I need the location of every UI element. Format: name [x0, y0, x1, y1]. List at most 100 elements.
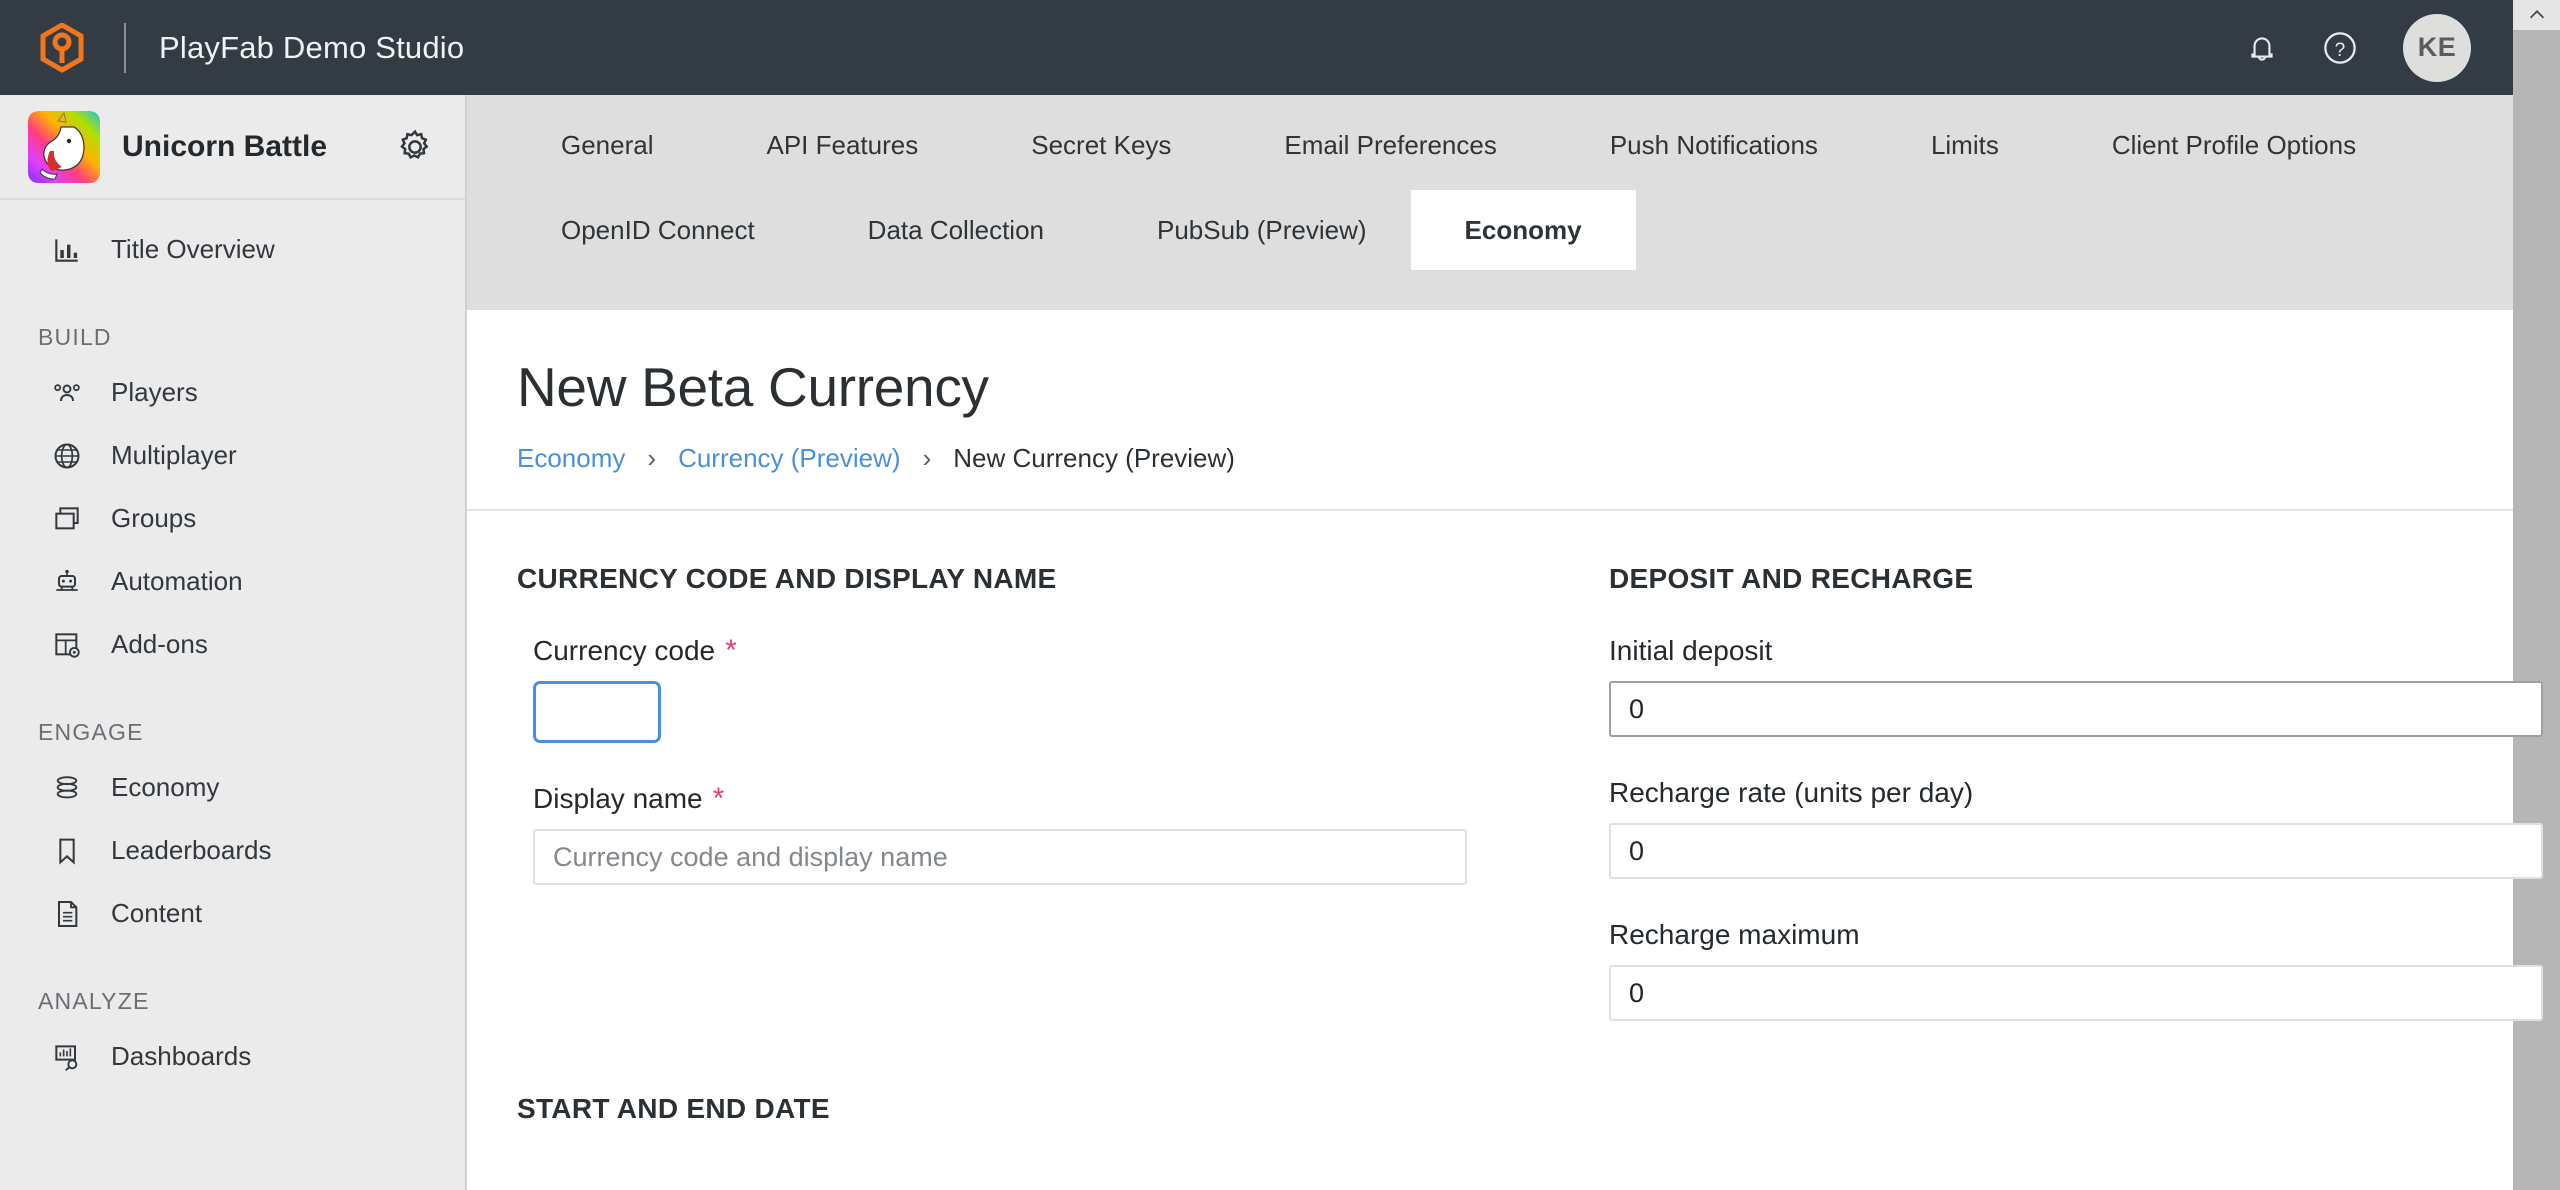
people-icon [48, 374, 86, 412]
sidebar-item-dashboards[interactable]: Dashboards [0, 1025, 465, 1088]
chevron-up-icon[interactable] [2513, 0, 2560, 30]
sidebar-item-label: Leaderboards [111, 835, 272, 865]
help-circle-icon[interactable]: ? [2301, 0, 2379, 95]
currency-code-input[interactable] [533, 681, 661, 743]
tab-economy[interactable]: Economy [1410, 190, 1636, 270]
breadcrumb-separator-icon: › [922, 443, 932, 473]
tab-row-secondary: OpenID Connect Data Collection PubSub (P… [467, 185, 2513, 275]
sidebar-item-players[interactable]: Players [0, 361, 465, 424]
sidebar-title-header[interactable]: Unicorn Battle [0, 95, 465, 200]
recharge-rate-field: Recharge rate (units per day) 0 [1609, 777, 2543, 879]
sidebar-group-build: BUILD [38, 324, 112, 350]
tab-limits[interactable]: Limits [1905, 109, 2025, 181]
recharge-rate-label: Recharge rate (units per day) [1609, 777, 2467, 809]
sidebar-item-label: Automation [111, 566, 243, 596]
label-text: Display name [533, 783, 703, 814]
recharge-maximum-field: Recharge maximum 0 [1609, 919, 2543, 1021]
currency-code-section: CURRENCY CODE AND DISPLAY NAME Currency … [467, 563, 1467, 1021]
top-bar: PlayFab Demo Studio ? KE [0, 0, 2513, 95]
initial-deposit-field: Initial deposit 0 [1609, 635, 2543, 737]
label-text: Currency code [533, 635, 716, 666]
label-text: Recharge rate (units per day) [1609, 777, 1974, 808]
globe-icon [48, 437, 86, 475]
initial-deposit-label: Initial deposit [1609, 635, 2467, 667]
stacked-squares-icon [48, 500, 86, 538]
bell-icon[interactable] [2223, 0, 2301, 95]
breadcrumb-separator-icon: › [647, 443, 657, 473]
tab-openid-connect[interactable]: OpenID Connect [535, 194, 781, 266]
document-icon [48, 895, 86, 933]
deposit-recharge-section: DEPOSIT AND RECHARGE Initial deposit 0 R… [1467, 563, 2543, 1021]
sidebar-item-title-overview[interactable]: Title Overview [0, 218, 465, 281]
tab-row-primary: General API Features Secret Keys Email P… [467, 95, 2513, 185]
grid-gear-icon [48, 626, 86, 664]
breadcrumb: Economy › Currency (Preview) › New Curre… [517, 443, 2513, 474]
unicorn-title-thumbnail [28, 110, 100, 183]
studio-title: PlayFab Demo Studio [159, 29, 465, 65]
tab-general[interactable]: General [535, 109, 680, 181]
tab-push-notifications[interactable]: Push Notifications [1584, 109, 1844, 181]
required-asterisk: * [725, 634, 737, 667]
sidebar-group-engage: ENGAGE [38, 719, 144, 745]
svg-text:?: ? [2335, 39, 2346, 60]
label-text: Initial deposit [1609, 635, 1773, 666]
sidebar-item-label: Groups [111, 503, 197, 533]
sidebar-item-label: Multiplayer [111, 440, 237, 470]
recharge-maximum-label: Recharge maximum [1609, 919, 2467, 951]
recharge-rate-input[interactable]: 0 [1609, 823, 2543, 879]
app-root: PlayFab Demo Studio ? KE Unicorn Battle … [0, 0, 2560, 1190]
sidebar-item-label: Economy [111, 772, 220, 802]
main-content: New Beta Currency Economy › Currency (Pr… [467, 310, 2543, 1190]
breadcrumb-item-currency-preview[interactable]: Currency (Preview) [678, 443, 901, 474]
tab-secret-keys[interactable]: Secret Keys [1005, 109, 1197, 181]
label-text: Recharge maximum [1609, 919, 1860, 950]
robot-icon [48, 563, 86, 601]
sidebar-item-label: Players [111, 377, 198, 407]
page-title: New Beta Currency [517, 356, 989, 418]
tab-email-preferences[interactable]: Email Preferences [1258, 109, 1522, 181]
sidebar-title-name: Unicorn Battle [122, 129, 328, 163]
playfab-hex-logo-icon[interactable] [38, 21, 86, 73]
avatar[interactable]: KE [2403, 13, 2471, 82]
bookmark-icon [48, 832, 86, 870]
initial-deposit-input[interactable]: 0 [1609, 681, 2543, 737]
coins-stack-icon [48, 769, 86, 807]
chart-search-icon [48, 1038, 86, 1076]
sidebar-item-economy[interactable]: Economy [0, 756, 465, 819]
sidebar-item-automation[interactable]: Automation [0, 550, 465, 613]
required-asterisk: * [712, 782, 725, 815]
bar-chart-icon [48, 231, 86, 269]
sidebar-item-label: Title Overview [111, 234, 275, 264]
recharge-maximum-input[interactable]: 0 [1609, 965, 2543, 1021]
sidebar-nav: Title Overview BUILD Players Multiplayer… [0, 200, 465, 1088]
display-name-field: Display name * Currency code and display… [517, 783, 1467, 885]
section-title: DEPOSIT AND RECHARGE [1609, 563, 1974, 594]
sidebar-item-add-ons[interactable]: Add-ons [0, 613, 465, 676]
sidebar-item-label: Content [111, 898, 203, 928]
sidebar-item-multiplayer[interactable]: Multiplayer [0, 424, 465, 487]
top-bar-actions: ? KE [2223, 0, 2513, 95]
display-name-label: Display name * [533, 783, 1467, 815]
tab-api-features[interactable]: API Features [741, 109, 945, 181]
currency-code-label: Currency code * [533, 635, 1467, 667]
tab-client-profile-options[interactable]: Client Profile Options [2086, 109, 2382, 181]
brand-divider [124, 22, 126, 73]
currency-form: CURRENCY CODE AND DISPLAY NAME Currency … [467, 511, 2543, 1021]
tab-pubsub-preview[interactable]: PubSub (Preview) [1131, 194, 1393, 266]
currency-code-field: Currency code * [517, 635, 1467, 743]
sidebar-item-groups[interactable]: Groups [0, 487, 465, 550]
sidebar-item-content[interactable]: Content [0, 882, 465, 945]
section-title: START AND END DATE [517, 1093, 830, 1124]
sidebar-item-leaderboards[interactable]: Leaderboards [0, 819, 465, 882]
section-title: CURRENCY CODE AND DISPLAY NAME [517, 563, 1057, 594]
sidebar: Unicorn Battle Title Overview BUILD Play… [0, 95, 467, 1190]
display-name-input[interactable]: Currency code and display name [533, 829, 1467, 885]
tab-data-collection[interactable]: Data Collection [842, 194, 1070, 266]
gear-icon[interactable] [395, 127, 435, 167]
breadcrumb-item-economy[interactable]: Economy [517, 443, 625, 474]
sidebar-group-analyze: ANALYZE [38, 988, 150, 1014]
settings-tab-strip: General API Features Secret Keys Email P… [467, 95, 2513, 310]
page-header: New Beta Currency Economy › Currency (Pr… [467, 310, 2513, 474]
start-end-date-section: START AND END DATE [467, 1021, 2513, 1125]
breadcrumb-item-current: New Currency (Preview) [953, 443, 1235, 473]
